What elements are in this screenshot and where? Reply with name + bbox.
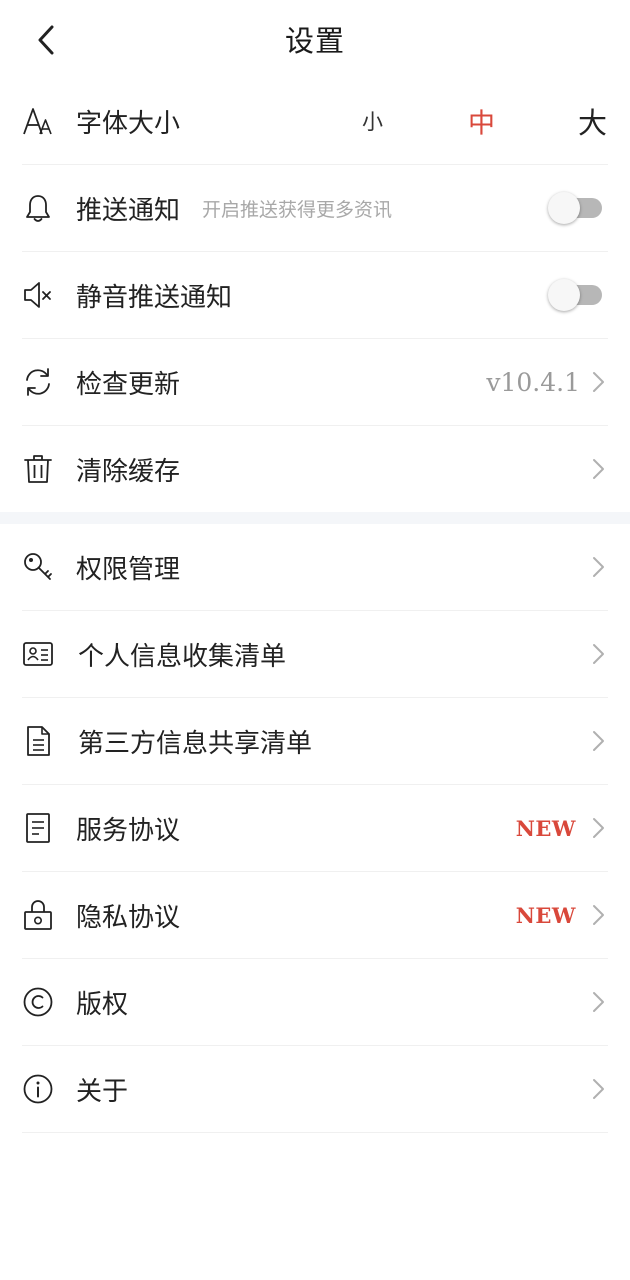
permission-management-label: 权限管理 bbox=[76, 554, 181, 585]
refresh-icon bbox=[22, 366, 54, 398]
new-badge: NEW bbox=[515, 902, 576, 928]
font-size-large-option[interactable]: 大 bbox=[578, 100, 607, 142]
info-icon bbox=[22, 1073, 54, 1105]
push-notification-toggle[interactable] bbox=[548, 192, 604, 224]
chevron-right-icon bbox=[593, 818, 604, 838]
third-party-sharing-row[interactable]: 第三方信息共享清单 bbox=[22, 698, 608, 785]
version-text: v10.4.1 bbox=[486, 367, 580, 397]
check-update-label: 检查更新 bbox=[76, 369, 181, 400]
font-size-icon bbox=[22, 105, 54, 137]
speaker-mute-icon bbox=[22, 279, 54, 311]
lock-icon bbox=[22, 899, 54, 931]
privacy-agreement-row[interactable]: 隐私协议 NEW bbox=[22, 872, 608, 959]
chevron-right-icon bbox=[593, 459, 604, 479]
section-divider bbox=[0, 512, 630, 524]
toggle-knob bbox=[548, 192, 580, 224]
push-notification-row: 推送通知 开启推送获得更多资讯 bbox=[22, 165, 608, 252]
document-icon bbox=[22, 725, 54, 757]
permission-management-row[interactable]: 权限管理 bbox=[22, 524, 608, 611]
chevron-left-icon bbox=[38, 25, 54, 55]
mute-push-label: 静音推送通知 bbox=[76, 282, 233, 313]
copyright-row[interactable]: 版权 bbox=[22, 959, 608, 1046]
agreement-icon bbox=[22, 812, 54, 844]
header-bar: 设置 bbox=[0, 0, 630, 78]
clear-cache-label: 清除缓存 bbox=[76, 456, 181, 487]
mute-push-row: 静音推送通知 bbox=[22, 252, 608, 339]
check-update-row[interactable]: 检查更新 v10.4.1 bbox=[22, 339, 608, 426]
back-button[interactable] bbox=[26, 20, 66, 60]
about-row[interactable]: 关于 bbox=[22, 1046, 608, 1133]
trash-icon bbox=[22, 453, 54, 485]
mute-push-toggle[interactable] bbox=[548, 279, 604, 311]
chevron-right-icon bbox=[593, 644, 604, 664]
toggle-knob bbox=[548, 279, 580, 311]
personal-info-list-row[interactable]: 个人信息收集清单 bbox=[22, 611, 608, 698]
third-party-sharing-label: 第三方信息共享清单 bbox=[78, 728, 313, 759]
copyright-label: 版权 bbox=[76, 989, 129, 1020]
chevron-right-icon bbox=[593, 1079, 604, 1099]
font-size-small-option[interactable]: 小 bbox=[362, 106, 383, 136]
chevron-right-icon bbox=[593, 905, 604, 925]
font-size-row: 字体大小 小 中 大 bbox=[22, 78, 608, 165]
font-size-medium-option[interactable]: 中 bbox=[468, 102, 495, 141]
personal-info-list-label: 个人信息收集清单 bbox=[78, 641, 287, 672]
chevron-right-icon bbox=[593, 557, 604, 577]
page-title: 设置 bbox=[284, 24, 345, 58]
id-card-icon bbox=[22, 638, 54, 670]
bell-icon bbox=[22, 192, 54, 224]
font-size-label: 字体大小 bbox=[76, 108, 181, 139]
service-agreement-row[interactable]: 服务协议 NEW bbox=[22, 785, 608, 872]
service-agreement-label: 服务协议 bbox=[76, 815, 181, 846]
clear-cache-row[interactable]: 清除缓存 bbox=[22, 426, 608, 512]
chevron-right-icon bbox=[593, 372, 604, 392]
privacy-agreement-label: 隐私协议 bbox=[76, 902, 181, 933]
about-label: 关于 bbox=[76, 1076, 129, 1107]
copyright-icon bbox=[22, 986, 54, 1018]
key-icon bbox=[22, 551, 54, 583]
chevron-right-icon bbox=[593, 992, 604, 1012]
push-notification-hint: 开启推送获得更多资讯 bbox=[202, 198, 393, 221]
chevron-right-icon bbox=[593, 731, 604, 751]
new-badge: NEW bbox=[515, 815, 576, 841]
push-notification-label: 推送通知 bbox=[76, 195, 181, 226]
